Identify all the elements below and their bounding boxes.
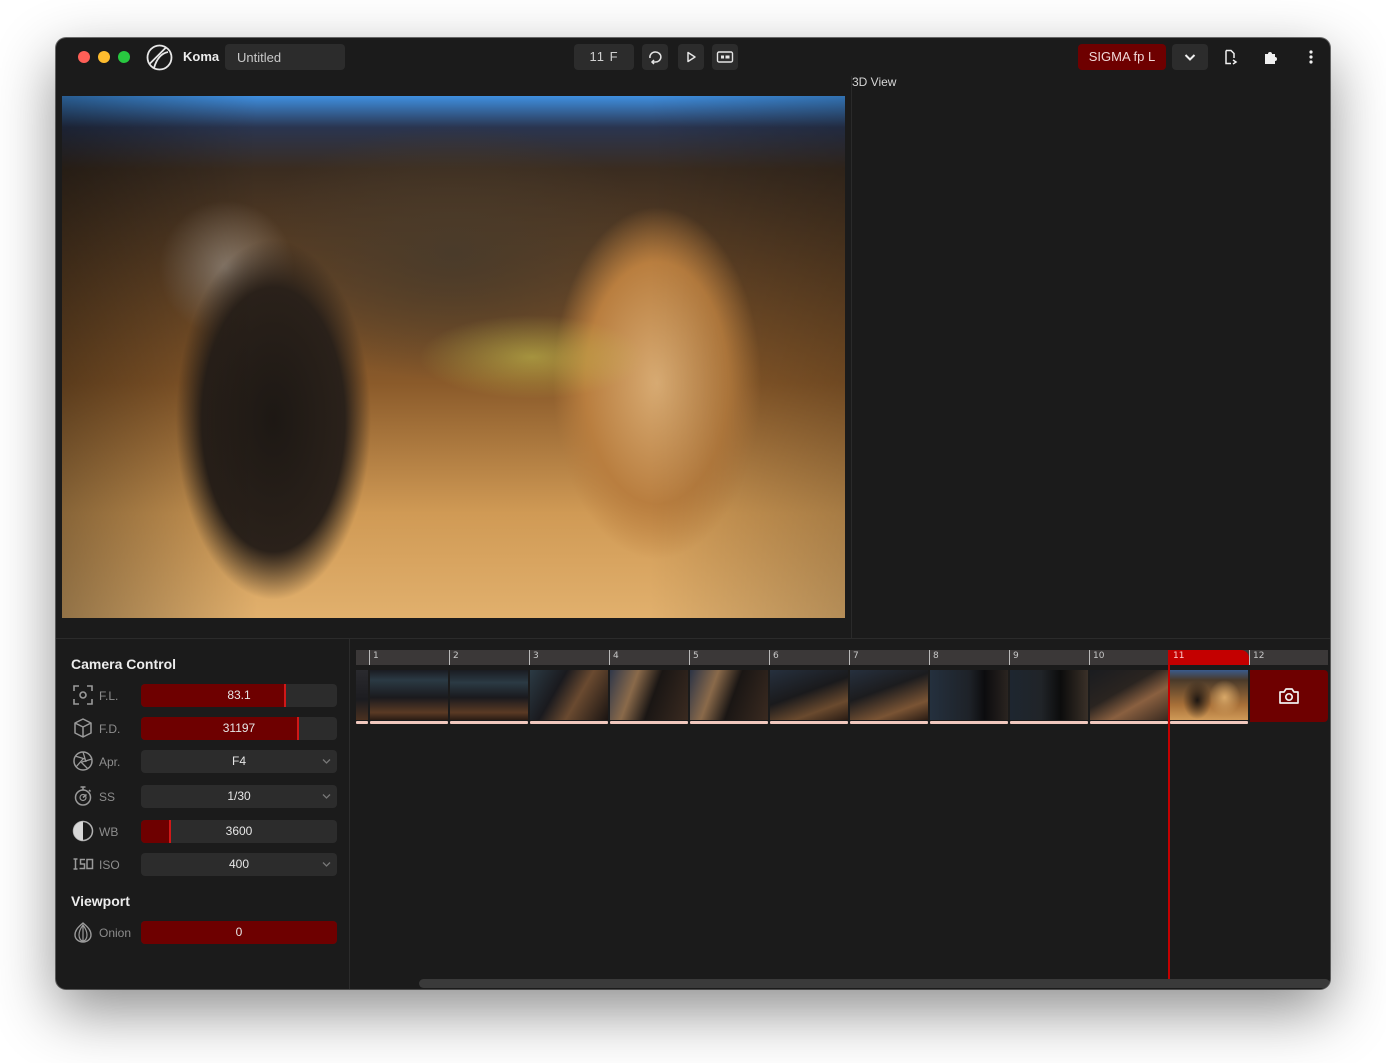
frame-thumbnail[interactable] [1090, 670, 1168, 724]
sidebar-divider[interactable] [349, 639, 350, 989]
ruler-tick: 7 [849, 650, 929, 665]
white-balance-value: 3600 [225, 824, 253, 838]
loop-button[interactable] [642, 44, 668, 70]
camera-select-button[interactable]: SIGMA fp L [1078, 44, 1166, 70]
iso-icon [73, 858, 94, 870]
koma-logo-icon [146, 44, 173, 71]
white-balance-icon [72, 820, 94, 842]
timeline-ruler[interactable]: 1 2 3 4 5 6 7 8 9 10 11 12 [356, 650, 1328, 665]
shutter-speed-value: 1/30 [227, 789, 251, 803]
caption-icon [716, 51, 734, 63]
ruler-tick: 1 [369, 650, 449, 665]
ruler-tick: 6 [769, 650, 849, 665]
aperture-select[interactable]: F4 [141, 750, 337, 773]
play-button[interactable] [678, 44, 704, 70]
focus-distance-value: 31197 [222, 721, 256, 735]
pane-divider[interactable] [851, 76, 852, 638]
horizontal-divider[interactable] [56, 638, 1330, 639]
frame-thumbnail[interactable] [450, 670, 528, 724]
white-balance-label: WB [99, 825, 119, 839]
frame-thumbnail[interactable] [930, 670, 1008, 724]
camera-control-title: Camera Control [71, 656, 177, 672]
timeline-scrollbar[interactable] [419, 979, 1330, 988]
frame-thumbnail[interactable] [770, 670, 848, 724]
loop-icon [649, 51, 662, 65]
puzzle-icon [1265, 52, 1277, 64]
aperture-value: F4 [231, 754, 246, 768]
shutter-speed-select[interactable]: 1/30 [141, 785, 337, 808]
viewport-section-title: Viewport [71, 893, 130, 909]
onion-value: 0 [235, 925, 243, 939]
focus-distance-label: F.D. [99, 722, 121, 736]
focus-distance-slider[interactable]: 31197 [141, 717, 337, 740]
frame-thumbnail-current[interactable] [1170, 670, 1248, 724]
ruler-tick: 3 [529, 650, 609, 665]
chevron-down-icon [1184, 54, 1196, 61]
white-balance-slider[interactable]: 3600 [141, 820, 337, 843]
frame-thumbnail[interactable] [356, 670, 368, 724]
iso-select[interactable]: 400 [141, 853, 337, 876]
frame-thumbnail[interactable] [610, 670, 688, 724]
chevron-down-icon [322, 862, 331, 867]
subtitle-toggle-button[interactable] [712, 44, 738, 70]
camera-dropdown-button[interactable] [1172, 44, 1208, 70]
more-vertical-icon [1309, 50, 1313, 64]
maximize-window-button[interactable] [118, 51, 130, 63]
focal-length-value: 83.1 [227, 688, 251, 702]
frame-count-display: 11 F [574, 44, 634, 70]
title-bar: Koma 11 F SIGMA fp L [56, 38, 1330, 76]
file-export-icon [1225, 49, 1238, 65]
ruler-tick: 2 [449, 650, 529, 665]
iso-value: 400 [228, 857, 250, 871]
plugins-button[interactable] [1258, 44, 1284, 70]
capture-button[interactable] [1250, 670, 1328, 722]
focus-frame-icon [73, 685, 93, 705]
app-name: Koma [183, 49, 220, 64]
ruler-tick: 9 [1009, 650, 1089, 665]
timeline-playhead[interactable] [1168, 650, 1170, 979]
live-view-image [62, 96, 845, 618]
chevron-down-icon [322, 794, 331, 799]
ruler-tick: 4 [609, 650, 689, 665]
aperture-label: Apr. [99, 755, 121, 769]
shutter-speed-label: SS [99, 790, 116, 804]
close-window-button[interactable] [78, 51, 90, 63]
export-button[interactable] [1217, 44, 1243, 70]
ruler-tick: 12 [1249, 650, 1329, 665]
onion-label: Onion [99, 926, 132, 940]
ruler-tick: 5 [689, 650, 769, 665]
iso-label: ISO [99, 858, 120, 872]
stopwatch-icon [74, 786, 92, 806]
frame-thumbnail[interactable] [370, 670, 448, 724]
ruler-tick: 8 [929, 650, 1009, 665]
frame-thumbnail[interactable] [690, 670, 768, 724]
camera-icon [1279, 688, 1299, 704]
project-name-input[interactable] [225, 44, 345, 70]
play-icon [687, 51, 696, 63]
focal-length-label: F.L. [99, 689, 119, 703]
frame-thumbnail[interactable] [530, 670, 608, 724]
ruler-tick-current: 11 [1169, 650, 1249, 665]
focal-length-slider[interactable]: 83.1 [141, 684, 337, 707]
chevron-down-icon [322, 759, 331, 764]
minimize-window-button[interactable] [98, 51, 110, 63]
aperture-icon [73, 751, 93, 771]
3d-view-label: 3D View [852, 75, 897, 89]
app-window: Koma 11 F SIGMA fp L [56, 38, 1330, 989]
frame-thumbnail[interactable] [850, 670, 928, 724]
ruler-tick: 10 [1089, 650, 1169, 665]
more-menu-button[interactable] [1298, 44, 1324, 70]
frame-thumbnail[interactable] [1010, 670, 1088, 724]
focus-cube-icon [74, 718, 92, 738]
onion-icon [74, 922, 92, 943]
onion-slider[interactable]: 0 [141, 921, 337, 944]
